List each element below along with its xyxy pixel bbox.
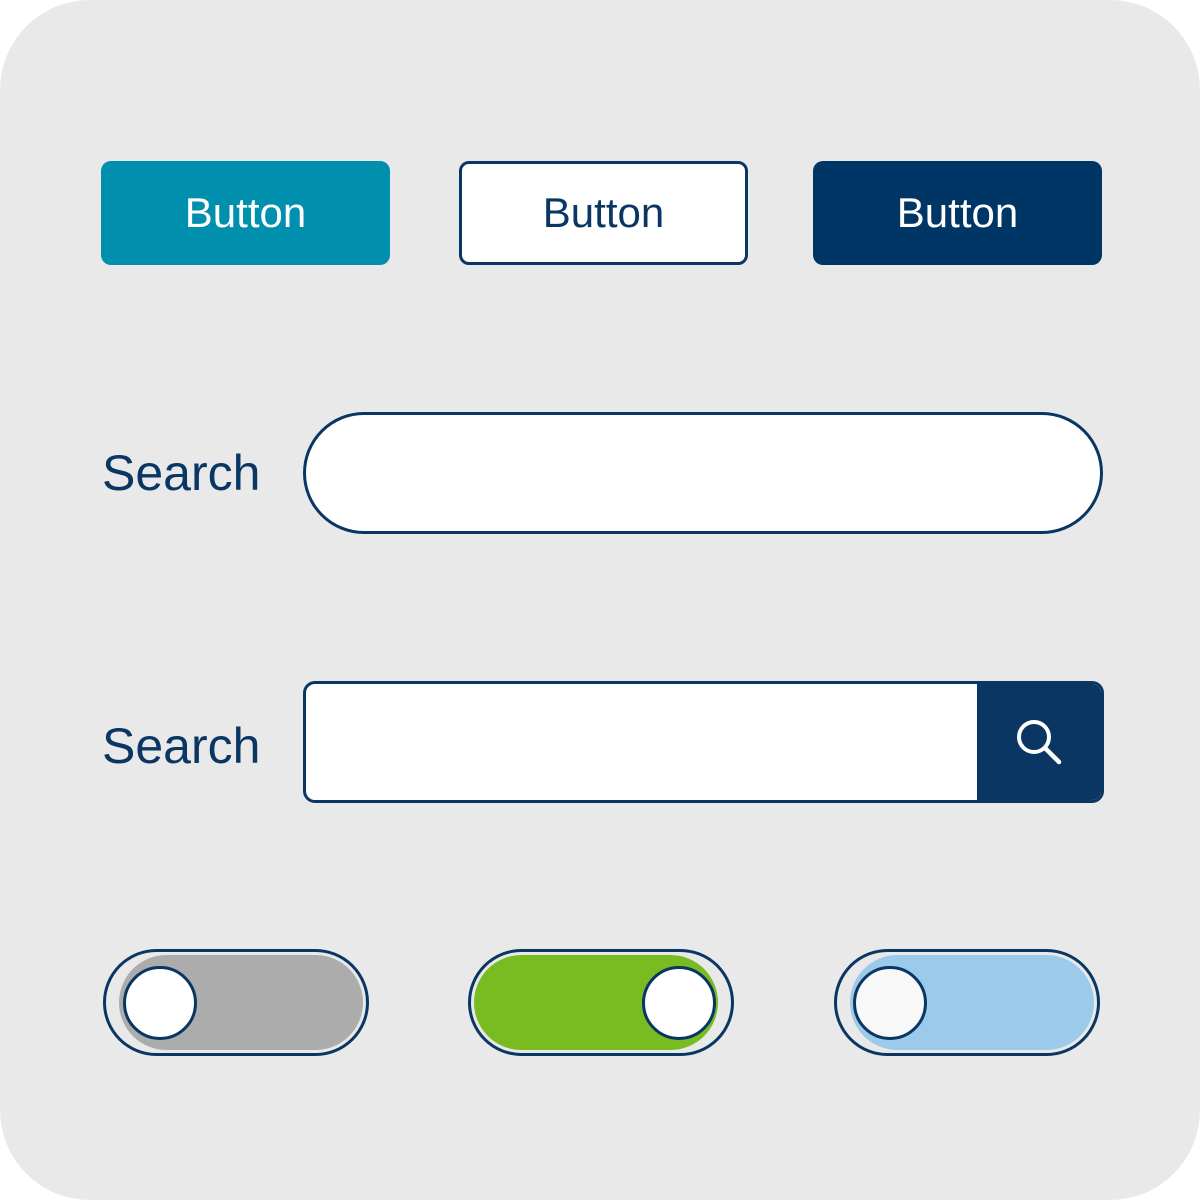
toggle-switch-off-blue[interactable]: [834, 949, 1100, 1056]
primary-navy-button[interactable]: Button: [813, 161, 1102, 265]
search-box-field[interactable]: [303, 681, 1104, 803]
toggle-switch-on-green[interactable]: [468, 949, 734, 1056]
primary-teal-button[interactable]: Button: [101, 161, 390, 265]
toggle-knob[interactable]: [642, 966, 716, 1040]
search-label: Search: [102, 445, 261, 501]
toggle-switch-off-gray[interactable]: [103, 949, 369, 1056]
ui-kit-panel: Button Button Button Search Search: [0, 0, 1200, 1200]
search-button[interactable]: [977, 684, 1101, 800]
toggle-knob[interactable]: [853, 966, 927, 1040]
magnifier-icon: [1017, 720, 1062, 765]
outline-button[interactable]: Button: [459, 161, 748, 265]
search-input[interactable]: [356, 415, 1046, 531]
search-pill-field[interactable]: [303, 412, 1103, 534]
search-input-2[interactable]: [336, 684, 976, 800]
search-label-2: Search: [102, 718, 261, 774]
toggle-knob[interactable]: [123, 966, 197, 1040]
